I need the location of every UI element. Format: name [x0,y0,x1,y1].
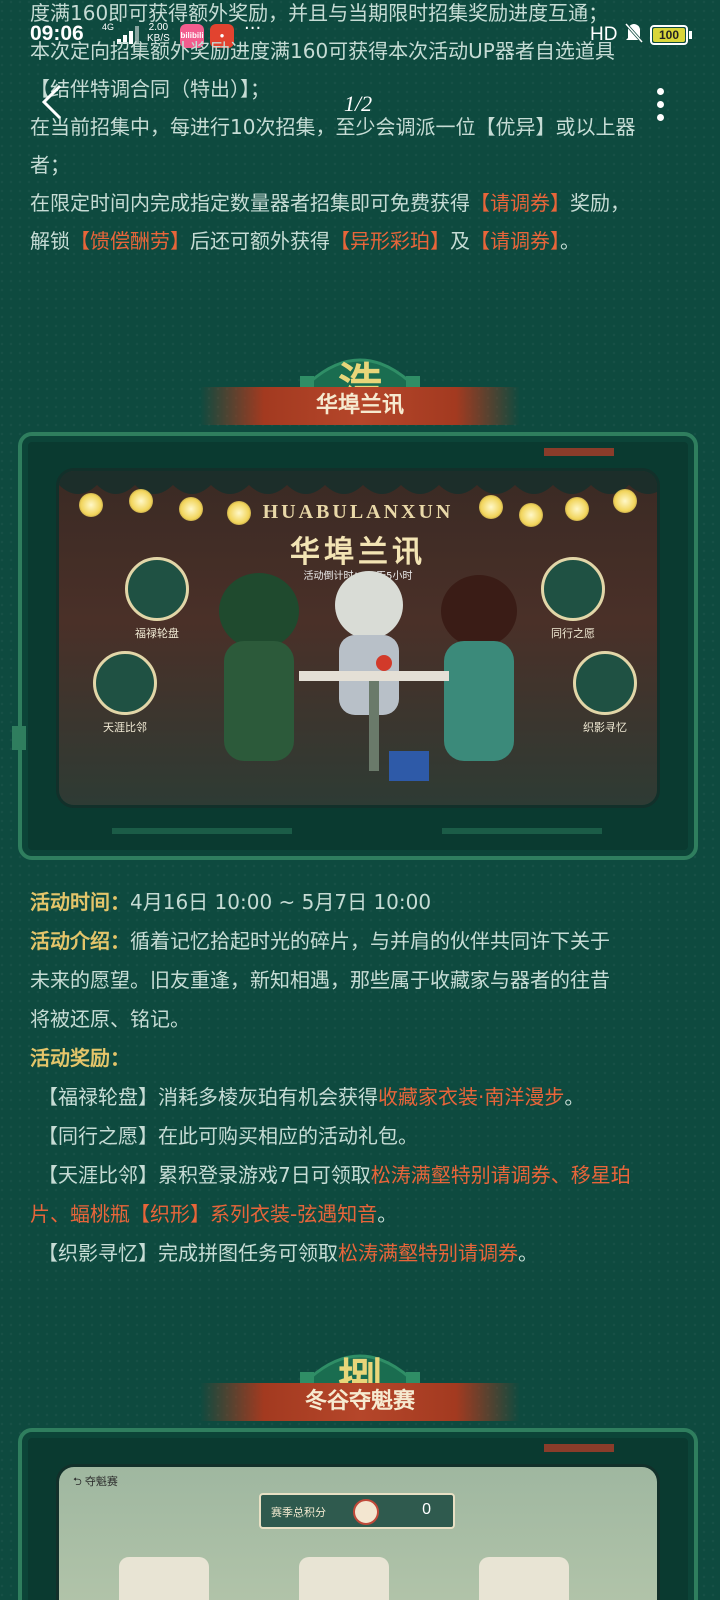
woven-memory-button[interactable] [573,651,637,715]
season-score-label: 赛季总积分 [271,1506,326,1519]
banner-scene: HUABULANXUN 华埠兰讯 活动倒计时：20天5小时 福禄轮盘 同行之愿 [59,471,657,805]
companion-wish-label: 同行之愿 [551,627,595,640]
section-title-banner: 华埠兰讯 [200,387,520,425]
reward-text: 【天涯比邻】累积登录游戏7日可领取 [38,1163,371,1187]
frame-accent [544,448,614,456]
lucky-wheel-label: 福禄轮盘 [135,627,179,640]
intro-text-span: 奖励， [570,191,630,215]
event-banner-frame: ⮌ 夺魁赛 赛季总积分 0 [18,1428,698,1600]
season-score-box: 赛季总积分 0 [259,1493,455,1529]
score-medal-icon [353,1499,379,1525]
map-node[interactable] [479,1557,569,1600]
event-intro-text: 循着记忆拾起时光的碎片，与并肩的伙伴共同许下关于 [130,929,610,953]
event-details: 活动时间：4月16日 10:00 ~ 5月7日 10:00 活动介绍：循着记忆拾… [30,883,710,1273]
intro-line-6: 在限定时间内完成指定数量器者招集即可免费获得【请调券】奖励， [30,184,710,222]
reward-highlight: 片、蝠桃瓶【织形】系列衣装-弦遇知音 [30,1202,378,1226]
reward-row-3-cont: 片、蝠桃瓶【织形】系列衣装-弦遇知音。 [30,1195,710,1234]
reward-text: 【福禄轮盘】消耗多棱灰珀有机会获得 [38,1085,378,1109]
section-title: 冬谷夺魁赛 [304,1389,415,1414]
map-node[interactable] [119,1557,209,1600]
season-score-value: 0 [422,1501,431,1518]
highlight-reward: 【馈偿酬劳】 [70,229,190,253]
event-time-value: 4月16日 10:00 ~ 5月7日 10:00 [130,890,432,914]
characters-illustration [219,571,517,781]
lucky-wheel-button[interactable] [125,557,189,621]
intro-line-5: 者； [30,153,70,177]
intro-text-span: 及 [450,229,470,253]
companion-wish-button[interactable] [541,557,605,621]
reward-row-4: 【织影寻忆】完成拼图任务可领取松涛满壑特别请调券。 [30,1234,710,1273]
banner-back-text: 夺魁赛 [84,1476,118,1488]
reward-text: 。 [564,1085,585,1109]
reward-highlight: 收藏家衣装·南洋漫步 [378,1085,565,1109]
section-title-banner: 冬谷夺魁赛 [200,1383,520,1421]
intro-line-2: 本次定向招集额外奖励进度满160可获得本次活动UP器者自选道具 [30,39,615,63]
event-intro-line-3: 将被还原、铭记。 [30,1007,190,1031]
event-time-label: 活动时间： [30,890,130,914]
highlight-ticket: 【请调券】 [470,229,560,253]
highlight-ticket: 【请调券】 [470,191,570,215]
event-time-row: 活动时间：4月16日 10:00 ~ 5月7日 10:00 [30,883,710,922]
map-node[interactable] [299,1557,389,1600]
reward-row-1: 【福禄轮盘】消耗多棱灰珀有机会获得收藏家衣装·南洋漫步。 [30,1078,710,1117]
event-intro-label: 活动介绍： [30,929,130,953]
banner-back-label: ⮌ 夺魁赛 [73,1476,118,1488]
frame-tab [12,726,26,750]
more-options-icon[interactable] [654,84,666,124]
reward-row-2: 【同行之愿】在此可购买相应的活动礼包。 [38,1124,418,1148]
event-reward-label: 活动奖励： [30,1046,130,1070]
intro-text-span: 解锁 [30,229,70,253]
event-intro-line-2: 未来的愿望。旧友重逢，新知相遇，那些属于收藏家与器者的往昔 [30,968,610,992]
far-neighbor-label: 天涯比邻 [103,721,147,734]
event-banner-image[interactable]: HUABULANXUN 华埠兰讯 活动倒计时：20天5小时 福禄轮盘 同行之愿 [56,468,660,808]
reward-highlight: 松涛满壑特别请调券、移星珀 [370,1163,631,1187]
page-indicator: 1/2 [344,91,373,116]
section-title: 华埠兰讯 [315,393,404,418]
frame-bar [442,828,602,834]
far-neighbor-button[interactable] [93,651,157,715]
intro-text-span: 后还可额外获得 [190,229,330,253]
back-arrow-icon[interactable] [36,82,68,122]
event-banner-frame: HUABULANXUN 华埠兰讯 活动倒计时：20天5小时 福禄轮盘 同行之愿 [12,432,698,860]
woven-memory-label: 织影寻忆 [583,721,627,734]
event-banner-image[interactable]: ⮌ 夺魁赛 赛季总积分 0 [56,1464,660,1600]
reward-text: 【织影寻忆】完成拼图任务可领取 [38,1241,338,1265]
intro-text-span: 在限定时间内完成指定数量器者招集即可免费获得 [30,191,470,215]
banner-title-en: HUABULANXUN [262,501,454,523]
intro-line-7: 解锁【馈偿酬劳】后还可额外获得【异形彩珀】及【请调券】。 [30,222,710,260]
reward-text: 。 [518,1241,538,1265]
highlight-amber: 【异形彩珀】 [330,229,450,253]
reward-row-3: 【天涯比邻】累积登录游戏7日可领取松涛满壑特别请调券、移星珀 [30,1156,710,1195]
intro-line-1: 度满160即可获得额外奖励，并且与当期限时招集奖励进度互通； [30,1,609,25]
frame-bar [112,828,292,834]
reward-highlight: 松涛满壑特别请调券 [338,1241,518,1265]
event-intro-row: 活动介绍：循着记忆拾起时光的碎片，与并肩的伙伴共同许下关于 [30,922,710,961]
frame-accent [544,1444,614,1452]
banner-scene: ⮌ 夺魁赛 赛季总积分 0 [59,1467,657,1600]
intro-text: 度满160即可获得额外奖励，并且与当期限时招集奖励进度互通； 本次定向招集额外奖… [30,0,710,260]
intro-text-span: 。 [560,229,580,253]
reward-text: 。 [377,1202,398,1226]
